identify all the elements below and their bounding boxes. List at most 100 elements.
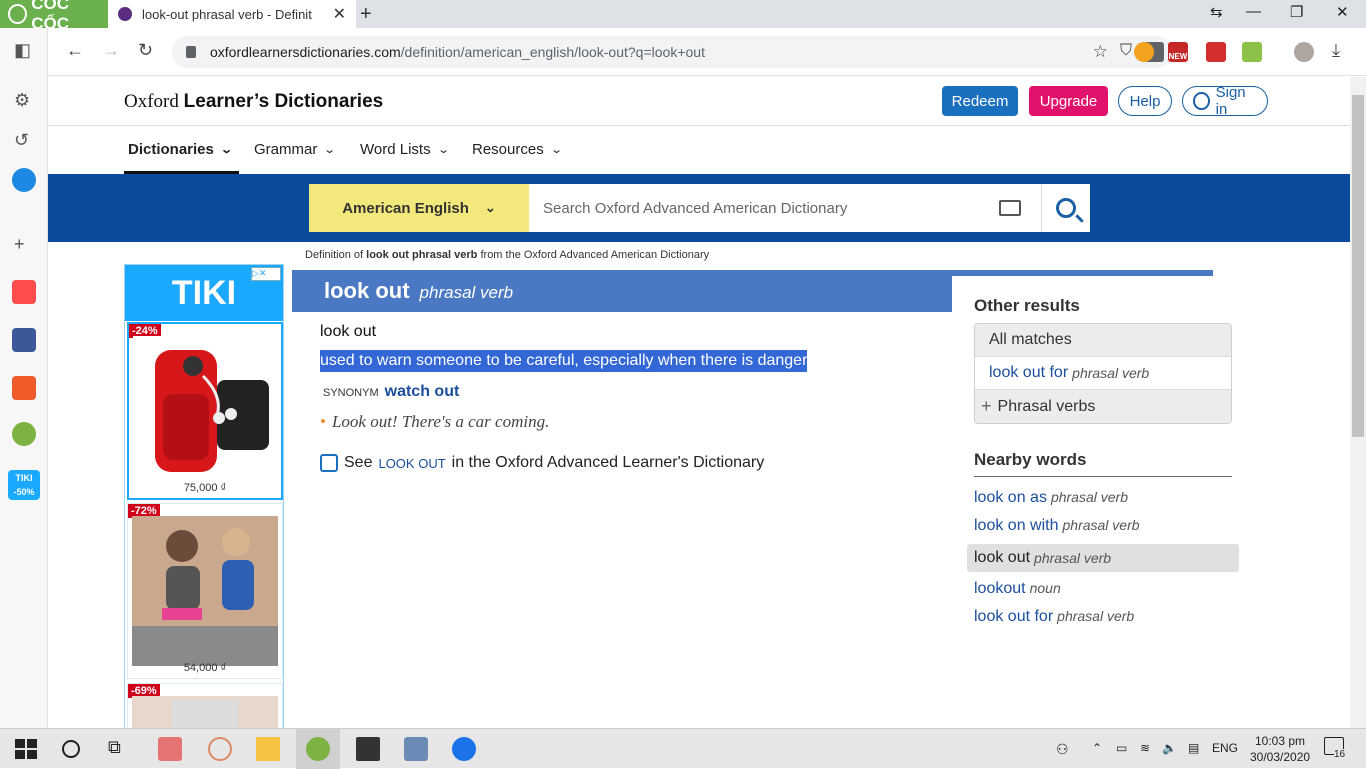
search-circle-icon[interactable] [62, 740, 80, 758]
settings-icon[interactable]: ⚙ [14, 90, 30, 111]
people-icon[interactable]: ⚇ [1056, 741, 1069, 758]
keyboard-icon[interactable] [999, 200, 1021, 216]
tiki-sidebar-icon[interactable]: TIKI -50% [8, 470, 40, 500]
browser-tab[interactable]: look-out phrasal verb - Definit ✕ [108, 0, 356, 28]
shield-icon[interactable]: ⛉ [1120, 42, 1132, 62]
dictionary-selector[interactable]: American English ⌄ [309, 184, 529, 232]
header-divider [48, 125, 1350, 126]
synonym-link[interactable]: watch out [385, 383, 460, 401]
menu-grammar[interactable]: Grammar ⌄ [254, 141, 337, 158]
search-placeholder: Search Oxford Advanced American Dictiona… [543, 199, 848, 217]
site-logo-ld: Learner’s Dictionaries [183, 91, 384, 112]
chevron-up-icon[interactable]: ⌃ [1092, 741, 1102, 755]
sidebar-toggle-icon[interactable]: ◧ [14, 40, 31, 61]
search-input[interactable]: Search Oxford Advanced American Dictiona… [529, 184, 1041, 232]
menu-label: Word Lists [360, 141, 431, 158]
nearby-word-link[interactable]: look on with phrasal verb [974, 517, 1140, 535]
note-term: look out phrasal verb [366, 249, 478, 261]
new-tab-icon[interactable]: + [360, 3, 372, 26]
coccoc-dictionary-icon[interactable] [12, 422, 36, 446]
ad-choices-icon[interactable]: ▷✕ [251, 267, 281, 281]
ad-product[interactable]: -24% 75,000 ₫ [127, 322, 283, 500]
all-matches-label: All matches [989, 331, 1072, 348]
help-button[interactable]: Help [1118, 86, 1172, 116]
menu-word-lists[interactable]: Word Lists ⌄ [360, 141, 450, 158]
messenger-icon[interactable] [12, 168, 36, 192]
extension-color-icon[interactable] [1242, 42, 1262, 62]
phrasal-verbs-toggle[interactable]: + Phrasal verbs [975, 390, 1231, 423]
coccoc-taskbar-icon[interactable] [306, 737, 330, 761]
close-window-icon[interactable]: ✕ [1336, 3, 1349, 21]
chevron-down-icon: ⌄ [484, 200, 496, 215]
external-link-icon [320, 454, 338, 472]
wifi-icon[interactable]: ≋ [1140, 741, 1150, 755]
note-prefix: Definition of [305, 249, 364, 261]
windows-start-icon[interactable] [14, 737, 38, 761]
page-content: Oxford Learner’s Dictionaries Redeem Upg… [48, 77, 1350, 728]
ad-product[interactable]: -69% [127, 683, 283, 728]
profile-avatar[interactable] [1294, 42, 1314, 62]
shopee-icon[interactable] [12, 376, 36, 400]
back-icon[interactable]: ← [66, 40, 84, 61]
language-indicator[interactable]: ENG [1212, 741, 1238, 755]
tab-bar: CỐC CỐC look-out phrasal verb - Definit … [0, 0, 1366, 33]
history-icon[interactable]: ↺ [14, 130, 29, 151]
search-button[interactable] [1041, 184, 1090, 232]
battery-icon[interactable]: ▭ [1116, 741, 1127, 755]
minimize-icon[interactable]: — [1246, 3, 1261, 20]
add-sidebar-item-icon[interactable]: + [14, 234, 25, 255]
nearby-word-link[interactable]: lookout noun [974, 580, 1061, 598]
dictionary-selected: American English [342, 199, 469, 217]
zalo-icon[interactable] [452, 737, 476, 761]
nearby-pos: noun [1029, 580, 1061, 596]
redeem-button[interactable]: Redeem [942, 86, 1018, 116]
extension-chrome-icon[interactable] [1134, 42, 1154, 62]
reload-icon[interactable]: ↻ [138, 40, 153, 61]
youtube-icon[interactable] [12, 280, 36, 304]
menu-dictionaries[interactable]: Dictionaries ⌄ [128, 141, 233, 158]
see-suffix: in the Oxford Advanced Learner's Diction… [451, 454, 765, 471]
menu-resources[interactable]: Resources ⌄ [472, 141, 563, 158]
sticky-notes-icon[interactable] [356, 737, 380, 761]
tab-search-icon[interactable]: ⇆ [1210, 3, 1223, 21]
menu-label: Grammar [254, 141, 318, 158]
upgrade-button[interactable]: Upgrade [1029, 86, 1108, 116]
result-link[interactable]: look out for phrasal verb [975, 357, 1231, 390]
app-icon-1[interactable] [158, 737, 182, 761]
see-term[interactable]: look out [378, 456, 445, 471]
facebook-icon[interactable] [12, 328, 36, 352]
see-also-link[interactable]: See look out in the Oxford Advanced Lear… [320, 454, 764, 472]
downloads-icon[interactable]: ⤓ [1332, 40, 1340, 61]
bookmark-star-icon[interactable]: ☆ [1093, 42, 1108, 62]
nearby-word-link[interactable]: look on as phrasal verb [974, 489, 1128, 507]
file-explorer-icon[interactable] [256, 737, 280, 761]
sign-in-button[interactable]: Sign in [1182, 84, 1268, 118]
clock-time: 10:03 pm [1255, 734, 1306, 748]
restore-icon[interactable]: ❐ [1290, 3, 1303, 21]
nearby-word-link[interactable]: look out for phrasal verb [974, 608, 1134, 626]
extension-new-icon[interactable]: NEW [1168, 42, 1188, 62]
app-icon-3[interactable] [404, 737, 428, 761]
ad-product[interactable]: -72% 54,000 ₫ [127, 503, 283, 679]
display-icon[interactable]: ▤ [1188, 741, 1199, 755]
chevron-down-icon: ⌄ [323, 144, 337, 156]
task-view-icon[interactable]: ⧉ [108, 737, 132, 761]
clock[interactable]: 10:03 pm 30/03/2020 [1250, 733, 1310, 765]
url-field[interactable]: oxfordlearnersdictionaries.com/definitio… [172, 36, 1172, 68]
all-matches-toggle[interactable]: All matches [975, 324, 1231, 357]
result-word: look out for [989, 364, 1069, 381]
site-logo[interactable]: Oxford Learner’s Dictionaries [124, 91, 383, 113]
forward-icon[interactable]: → [102, 40, 120, 61]
oxford-favicon-icon [118, 7, 132, 21]
scrollbar-thumb[interactable] [1352, 95, 1364, 437]
app-icon-2[interactable] [208, 737, 232, 761]
close-tab-icon[interactable]: ✕ [333, 4, 346, 24]
coccoc-menu-button[interactable]: CỐC CỐC [0, 0, 108, 33]
entry-header: look out phrasal verb [292, 270, 952, 312]
tiki-ad[interactable]: TIKI ▷✕ -24% 75,000 ₫ -72% 54,000 ₫ -69% [124, 264, 284, 728]
page-scrollbar[interactable] [1350, 77, 1366, 728]
nearby-pos: phrasal verb [1062, 517, 1140, 533]
extension-red-icon[interactable] [1206, 42, 1226, 62]
volume-icon[interactable]: 🔈 [1162, 741, 1177, 755]
product-price: 54,000 ₫ [183, 662, 227, 674]
